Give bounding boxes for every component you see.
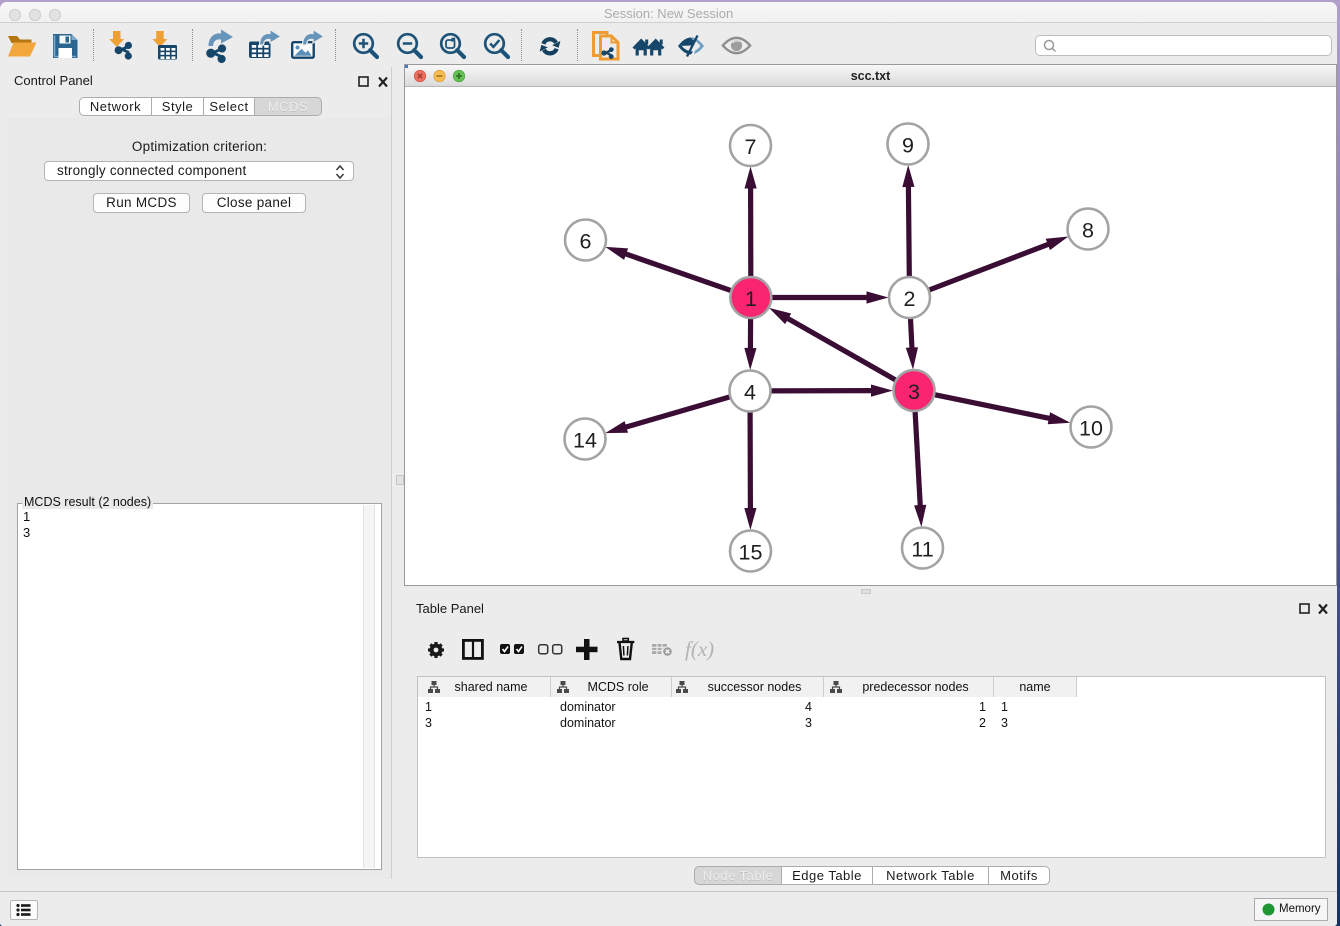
svg-text:8: 8 <box>1082 219 1094 243</box>
svg-text:4: 4 <box>744 381 756 405</box>
svg-text:15: 15 <box>739 541 763 565</box>
svg-text:6: 6 <box>580 230 592 254</box>
svg-text:9: 9 <box>902 134 914 158</box>
svg-text:14: 14 <box>573 429 597 453</box>
svg-text:11: 11 <box>911 538 933 562</box>
svg-text:2: 2 <box>904 287 916 311</box>
svg-text:1: 1 <box>745 287 757 311</box>
svg-text:7: 7 <box>745 135 757 159</box>
svg-text:10: 10 <box>1079 417 1103 441</box>
svg-text:3: 3 <box>908 380 920 404</box>
svg-text:f(x): f(x) <box>685 637 714 661</box>
